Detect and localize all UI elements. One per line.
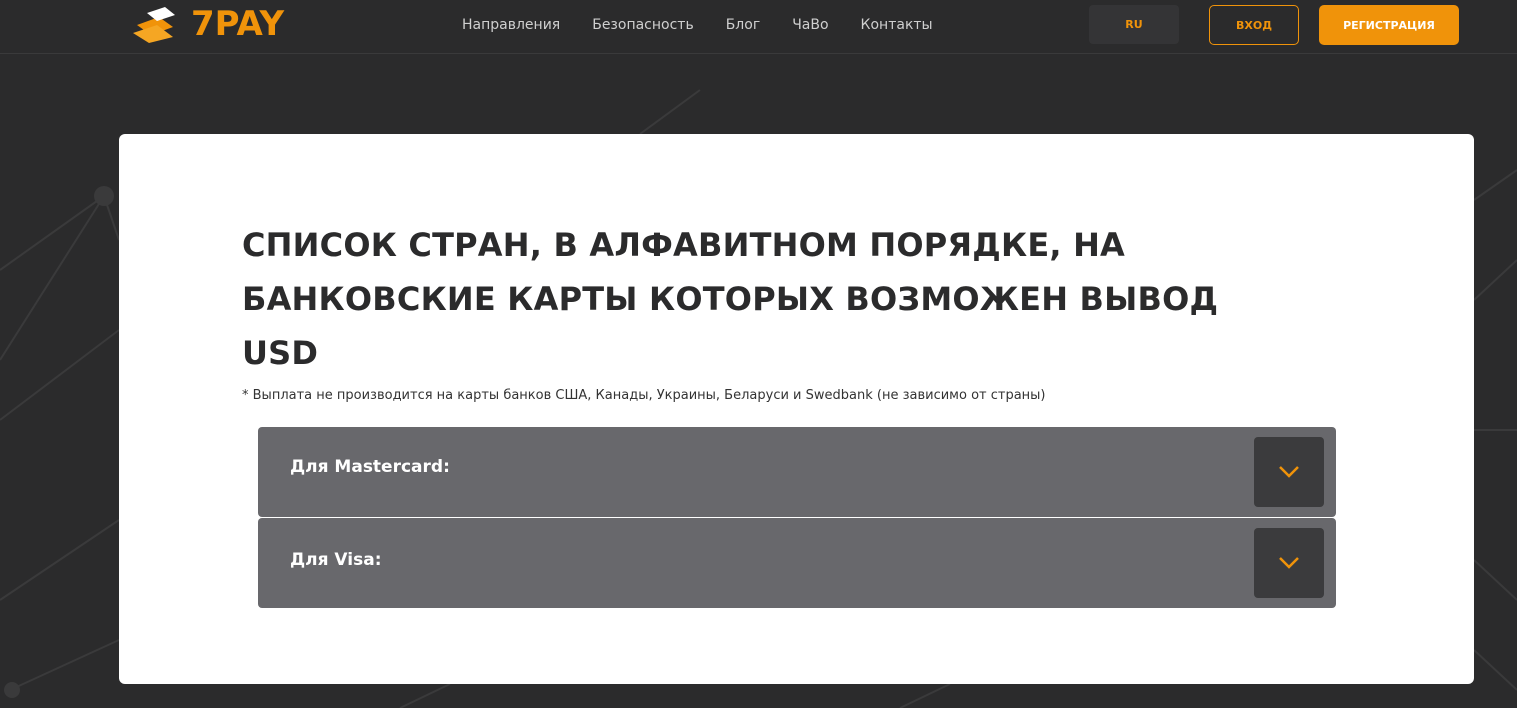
gold-bars-icon — [133, 7, 175, 43]
accordion-mastercard[interactable]: Для Mastercard: — [258, 427, 1336, 517]
nav-blog[interactable]: Блог — [726, 16, 760, 34]
payout-note: * Выплата не производится на карты банко… — [242, 388, 1046, 403]
accordion-toggle-button[interactable] — [1254, 528, 1324, 598]
chevron-down-icon — [1279, 557, 1299, 569]
accordion-visa[interactable]: Для Visa: — [258, 518, 1336, 608]
nav-contacts[interactable]: Контакты — [861, 16, 933, 34]
language-button[interactable]: RU — [1089, 5, 1179, 44]
nav-directions[interactable]: Направления — [462, 16, 560, 34]
nav-security[interactable]: Безопасность — [592, 16, 693, 34]
accordion-label: Для Mastercard: — [290, 457, 450, 477]
content-card: СПИСОК СТРАН, В АЛФАВИТНОМ ПОРЯДКЕ, НА Б… — [119, 134, 1474, 684]
nav-faq[interactable]: ЧаВо — [792, 16, 828, 34]
login-button[interactable]: ВХОД — [1209, 5, 1299, 45]
main-nav: Направления Безопасность Блог ЧаВо Конта… — [462, 16, 933, 34]
logo-text: 7PAY — [191, 4, 285, 44]
logo[interactable]: 7PAY — [133, 4, 284, 44]
accordion-toggle-button[interactable] — [1254, 437, 1324, 507]
chevron-down-icon — [1279, 466, 1299, 478]
site-header: 7PAY Направления Безопасность Блог ЧаВо … — [0, 0, 1517, 54]
register-button[interactable]: РЕГИСТРАЦИЯ — [1319, 5, 1459, 45]
accordion-label: Для Visa: — [290, 550, 382, 570]
page-title: СПИСОК СТРАН, В АЛФАВИТНОМ ПОРЯДКЕ, НА Б… — [242, 226, 1219, 372]
